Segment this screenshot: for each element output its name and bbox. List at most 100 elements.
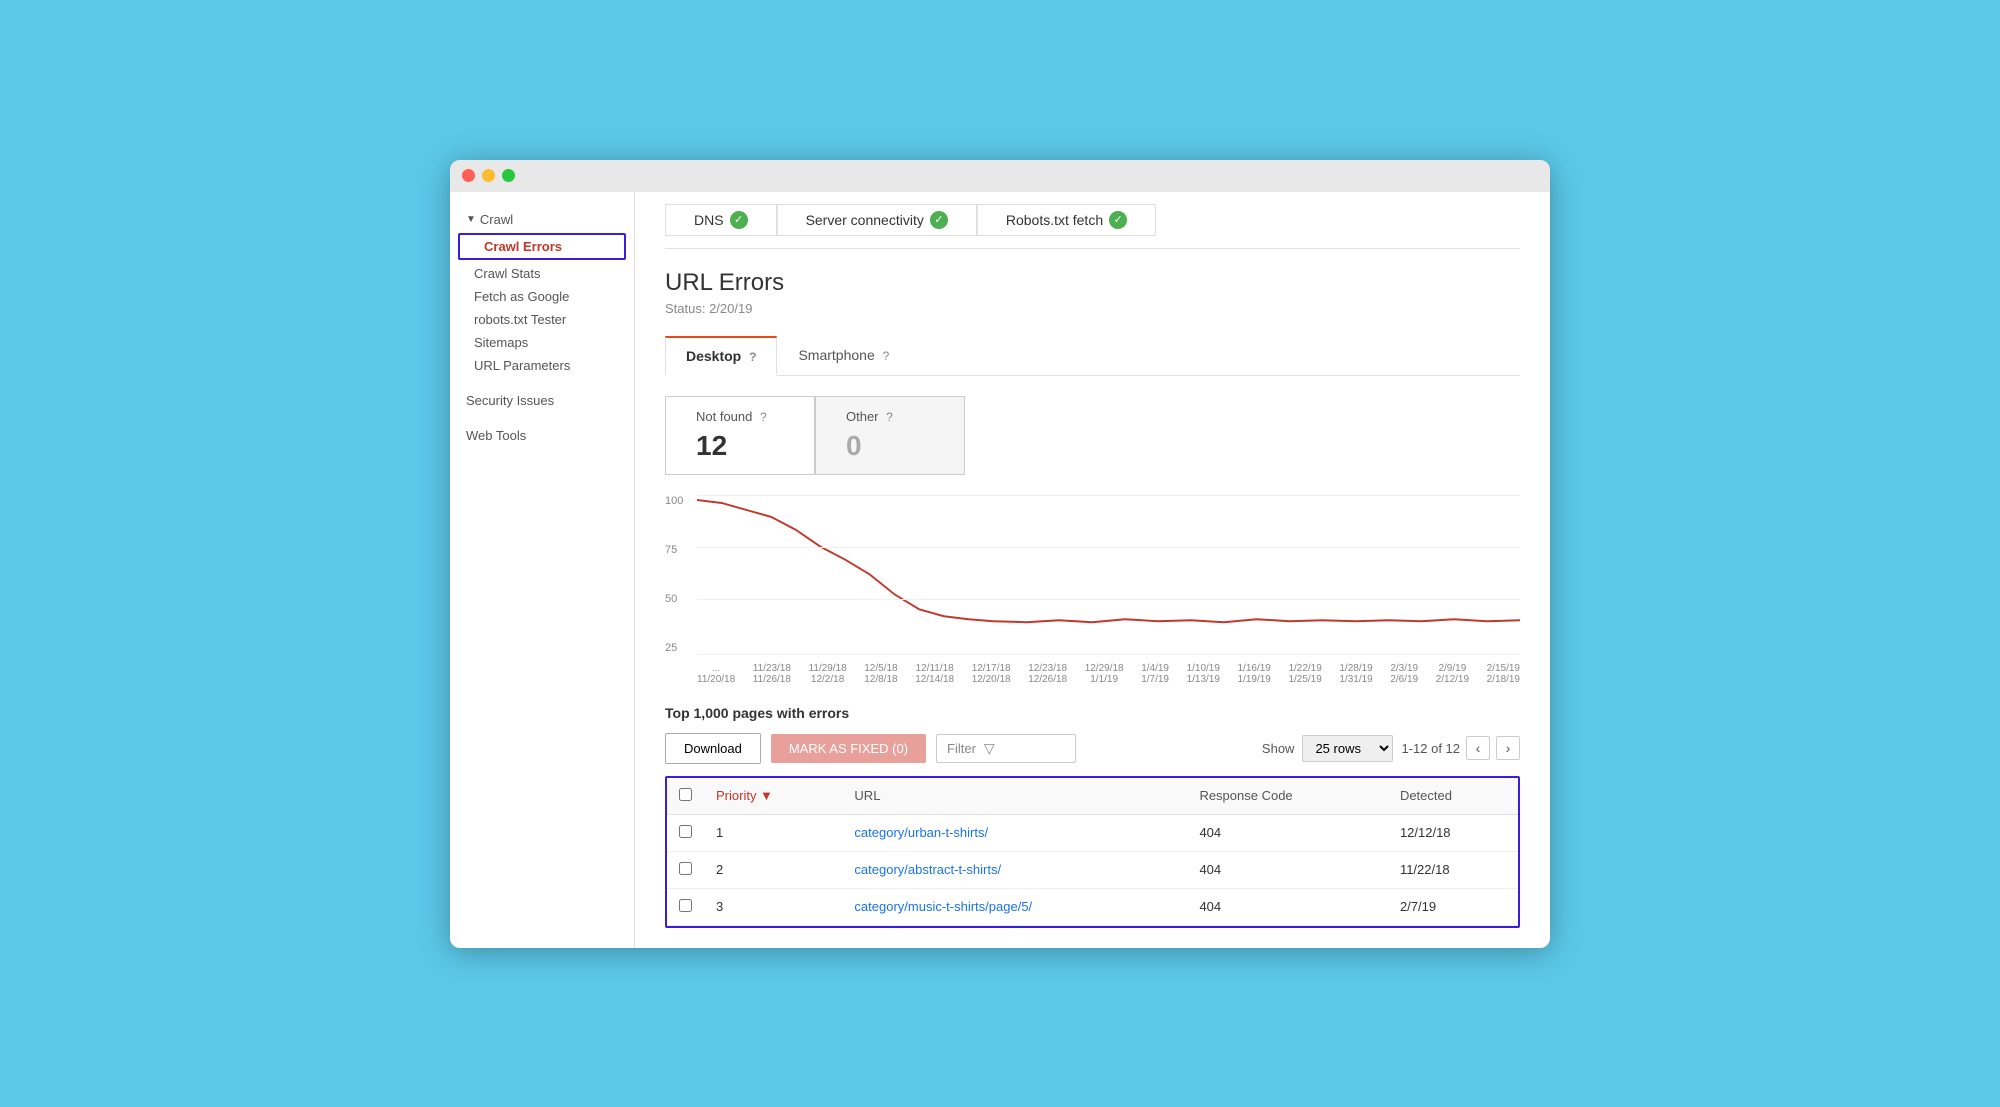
row-3-url[interactable]: category/music-t-shirts/page/5/: [842, 888, 1187, 925]
row-1-response-code: 404: [1187, 814, 1388, 851]
pagination-text: 1-12 of 12: [1401, 741, 1460, 756]
table-wrapper: Priority ▼ URL Response Code Detected 1: [665, 776, 1520, 928]
arrow-icon: ▼: [466, 214, 476, 225]
row-3-checkbox[interactable]: [679, 899, 692, 912]
x-label-11: 1/16/191/19/19: [1238, 663, 1271, 685]
row-1-checkbox-cell: [667, 814, 704, 851]
prev-page-button[interactable]: ‹: [1466, 736, 1490, 760]
toolbar: Download MARK AS FIXED (0) Filter ▽ Show…: [665, 733, 1520, 764]
row-1-detected: 12/12/18: [1388, 814, 1518, 851]
robots-ok-icon: ✓: [1109, 211, 1127, 229]
sidebar-item-fetch-as-google[interactable]: Fetch as Google: [450, 285, 634, 308]
status-robots-txt: Robots.txt fetch ✓: [977, 204, 1156, 236]
chart-area: [697, 495, 1520, 655]
x-label-13: 1/28/191/31/19: [1339, 663, 1372, 685]
select-all-checkbox[interactable]: [679, 788, 692, 801]
sidebar-item-robots-txt[interactable]: robots.txt Tester: [450, 308, 634, 331]
chart-y-labels: 100 75 50 25: [665, 495, 687, 655]
status-bar: DNS ✓ Server connectivity ✓ Robots.txt f…: [665, 192, 1520, 249]
header-select: [667, 778, 704, 815]
section-title: Top 1,000 pages with errors: [665, 705, 1520, 721]
row-2-priority: 2: [704, 851, 842, 888]
smartphone-help-icon[interactable]: ?: [883, 349, 890, 363]
grid-line-50: [697, 599, 1520, 600]
mark-fixed-button[interactable]: MARK AS FIXED (0): [771, 734, 926, 763]
minimize-button[interactable]: [482, 169, 495, 182]
sidebar-item-web-tools[interactable]: Web Tools: [450, 424, 634, 447]
row-2-detected: 11/22/18: [1388, 851, 1518, 888]
table-row: 2 category/abstract-t-shirts/ 404 11/22/…: [667, 851, 1518, 888]
x-label-15: 2/9/192/12/19: [1436, 663, 1469, 685]
x-label-9: 1/4/191/7/19: [1141, 663, 1169, 685]
maximize-button[interactable]: [502, 169, 515, 182]
header-priority[interactable]: Priority ▼: [704, 778, 842, 815]
show-rows-control: Show 25 rows 50 rows 100 rows 1-12 of 12…: [1262, 735, 1520, 762]
error-card-other[interactable]: Other ? 0: [815, 396, 965, 475]
not-found-help-icon[interactable]: ?: [760, 410, 767, 424]
x-label-5: 12/11/1812/14/18: [915, 663, 954, 685]
sidebar-crawl-label: Crawl: [480, 212, 513, 227]
y-label-75: 75: [665, 544, 683, 556]
grid-line-25: [697, 654, 1520, 655]
x-label-6: 12/17/1812/20/18: [972, 663, 1011, 685]
x-label-10: 1/10/191/13/19: [1187, 663, 1220, 685]
filter-box[interactable]: Filter ▽: [936, 734, 1076, 763]
robots-txt-label: Robots.txt fetch: [1006, 212, 1103, 228]
titlebar: [450, 160, 1550, 192]
row-3-priority: 3: [704, 888, 842, 925]
table-row: 1 category/urban-t-shirts/ 404 12/12/18: [667, 814, 1518, 851]
sidebar: ▼ Crawl Crawl Errors Crawl Stats Fetch a…: [450, 192, 635, 948]
header-detected: Detected: [1388, 778, 1518, 815]
error-card-not-found[interactable]: Not found ? 12: [665, 396, 815, 475]
chart-container: 100 75 50 25: [665, 495, 1520, 655]
table-header-row: Priority ▼ URL Response Code Detected: [667, 778, 1518, 815]
sidebar-item-sitemaps[interactable]: Sitemaps: [450, 331, 634, 354]
x-label-16: 2/15/192/18/19: [1487, 663, 1520, 685]
sidebar-item-crawl-stats[interactable]: Crawl Stats: [450, 262, 634, 285]
dns-ok-icon: ✓: [730, 211, 748, 229]
show-label: Show: [1262, 741, 1295, 756]
close-button[interactable]: [462, 169, 475, 182]
rows-select[interactable]: 25 rows 50 rows 100 rows: [1302, 735, 1393, 762]
sidebar-crawl-section: ▼ Crawl: [450, 208, 634, 231]
sidebar-item-crawl-stats-label: Crawl Stats: [474, 266, 540, 281]
x-label-2: 11/23/1811/26/18: [753, 663, 791, 685]
chart-x-labels: ...11/20/18 11/23/1811/26/18 11/29/1812/…: [697, 663, 1520, 685]
top-pages-label: Top: [665, 705, 690, 721]
top-pages-suffix: pages with errors: [732, 705, 849, 721]
row-3-detected: 2/7/19: [1388, 888, 1518, 925]
status-dns: DNS ✓: [665, 204, 777, 236]
row-2-checkbox[interactable]: [679, 862, 692, 875]
content-area: DNS ✓ Server connectivity ✓ Robots.txt f…: [635, 192, 1550, 948]
filter-placeholder: Filter: [947, 741, 976, 756]
row-1-url[interactable]: category/urban-t-shirts/: [842, 814, 1187, 851]
not-found-label: Not found ?: [696, 409, 784, 424]
y-label-100: 100: [665, 495, 683, 507]
server-ok-icon: ✓: [930, 211, 948, 229]
y-label-50: 50: [665, 593, 683, 605]
tab-desktop[interactable]: Desktop ?: [665, 336, 777, 376]
other-help-icon[interactable]: ?: [886, 410, 893, 424]
browser-window: ▼ Crawl Crawl Errors Crawl Stats Fetch a…: [450, 160, 1550, 948]
sidebar-item-url-parameters[interactable]: URL Parameters: [450, 354, 634, 377]
page-title: URL Errors: [665, 269, 1520, 297]
not-found-value: 12: [696, 430, 784, 462]
sidebar-item-url-params-label: URL Parameters: [474, 358, 570, 373]
desktop-help-icon[interactable]: ?: [749, 350, 756, 364]
error-cards: Not found ? 12 Other ? 0: [665, 396, 1520, 475]
sidebar-item-security-issues[interactable]: Security Issues: [450, 389, 634, 412]
sidebar-item-robots-label: robots.txt Tester: [474, 312, 566, 327]
x-label-12: 1/22/191/25/19: [1288, 663, 1321, 685]
other-value: 0: [846, 430, 934, 462]
download-button[interactable]: Download: [665, 733, 761, 764]
x-label-14: 2/3/192/6/19: [1390, 663, 1418, 685]
row-1-checkbox[interactable]: [679, 825, 692, 838]
sidebar-item-crawl-errors[interactable]: Crawl Errors: [458, 233, 626, 260]
row-2-url[interactable]: category/abstract-t-shirts/: [842, 851, 1187, 888]
tab-smartphone[interactable]: Smartphone ?: [777, 336, 910, 376]
header-response-code: Response Code: [1187, 778, 1388, 815]
sidebar-item-sitemaps-label: Sitemaps: [474, 335, 528, 350]
next-page-button[interactable]: ›: [1496, 736, 1520, 760]
header-url: URL: [842, 778, 1187, 815]
main-layout: ▼ Crawl Crawl Errors Crawl Stats Fetch a…: [450, 192, 1550, 948]
